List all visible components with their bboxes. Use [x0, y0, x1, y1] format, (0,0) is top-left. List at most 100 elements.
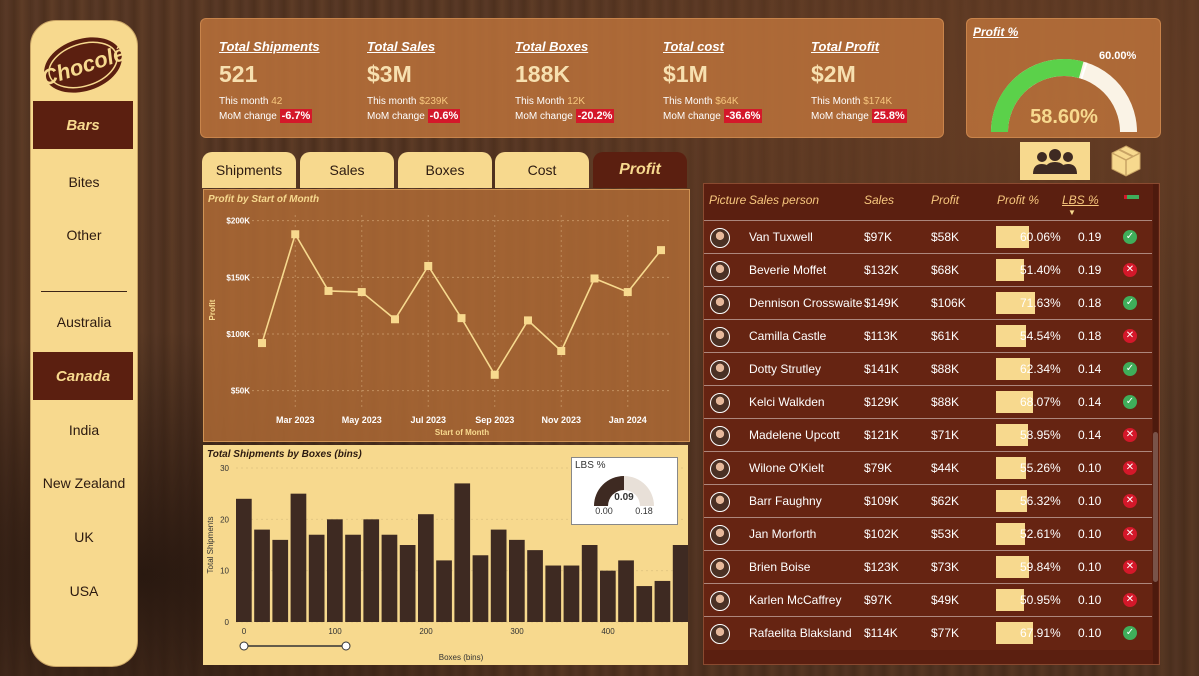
tab-cost[interactable]: Cost: [495, 152, 589, 188]
avatar: [710, 525, 730, 545]
header-picture[interactable]: Picture: [709, 193, 746, 207]
box-view-button[interactable]: [1104, 142, 1148, 180]
histogram-bar[interactable]: [436, 560, 452, 622]
histogram-bar[interactable]: [672, 545, 688, 622]
table-row[interactable]: Madelene Upcott $121K $71K 58.95% 0.14 ✕: [704, 418, 1152, 452]
table-row[interactable]: Jan Morforth $102K $53K 52.61% 0.10 ✕: [704, 517, 1152, 551]
check-icon: ✓: [1123, 395, 1137, 409]
tab-sales[interactable]: Sales: [300, 152, 394, 188]
histogram-bar[interactable]: [308, 534, 325, 622]
table-row[interactable]: Van Tuxwell $97K $58K 60.06% 0.19 ✓: [704, 220, 1152, 254]
table-row[interactable]: Dennison Crosswaite $149K $106K 71.63% 0…: [704, 286, 1152, 320]
check-icon: ✓: [1123, 626, 1137, 640]
cell-sales: $97K: [864, 230, 893, 244]
data-point[interactable]: [524, 316, 532, 325]
sidebar-item-canada[interactable]: Canada: [33, 352, 133, 400]
sidebar-item-bites[interactable]: Bites: [31, 158, 137, 206]
data-point[interactable]: [657, 246, 665, 255]
sidebar-item-usa[interactable]: USA: [31, 567, 137, 615]
histogram-bar[interactable]: [290, 493, 307, 622]
histogram-bar[interactable]: [527, 550, 543, 622]
table-row[interactable]: Wilone O'Kielt $79K $44K 55.26% 0.10 ✕: [704, 451, 1152, 485]
header-profit-pct[interactable]: Profit %: [997, 193, 1039, 207]
data-point[interactable]: [258, 339, 266, 348]
kpi-total-profit: Total Profit $2M This Month $174K MoM ch…: [793, 19, 939, 137]
avatar: [710, 228, 730, 248]
kpi-month-value: $174K: [863, 96, 893, 107]
data-point[interactable]: [623, 288, 632, 297]
x-icon: ✕: [1123, 329, 1137, 343]
y-tick-label: $150K: [226, 273, 250, 282]
data-point[interactable]: [424, 262, 433, 270]
sidebar-item-uk[interactable]: UK: [31, 513, 137, 561]
sidebar-item-new-zealand[interactable]: New Zealand: [31, 459, 137, 507]
sidebar-item-india[interactable]: India: [31, 406, 137, 454]
cell-sales: $102K: [864, 527, 899, 541]
header-lbs-pct[interactable]: LBS %: [1062, 193, 1099, 207]
histogram-bar[interactable]: [399, 545, 416, 622]
kpi-change-label: MoM change: [811, 111, 869, 122]
cell-lbs-pct: 0.14: [1078, 362, 1102, 376]
range-slider-start-handle[interactable]: [239, 641, 249, 651]
kpi-change: MoM change -0.6%: [367, 109, 461, 123]
histogram-bar[interactable]: [490, 529, 507, 622]
histogram-bar[interactable]: [418, 514, 434, 622]
cell-sales: $113K: [864, 329, 898, 343]
histogram-bar[interactable]: [654, 580, 671, 622]
table-row[interactable]: Brien Boise $123K $73K 59.84% 0.10 ✕: [704, 550, 1152, 584]
histogram-bar[interactable]: [581, 545, 598, 622]
histogram-bar[interactable]: [272, 539, 289, 622]
histogram-bar[interactable]: [472, 555, 489, 622]
cell-lbs-pct: 0.10: [1078, 560, 1102, 574]
histogram-bar[interactable]: [600, 570, 616, 622]
sidebar-item-other[interactable]: Other: [31, 211, 137, 259]
histogram-bar[interactable]: [363, 519, 380, 622]
data-point[interactable]: [291, 230, 300, 239]
histogram-bar[interactable]: [636, 586, 653, 622]
table-row[interactable]: Barr Faughny $109K $62K 56.32% 0.10 ✕: [704, 484, 1152, 518]
avatar: [710, 261, 730, 281]
y-tick-label: $200K: [226, 217, 250, 226]
people-view-button[interactable]: [1020, 142, 1090, 180]
tab-shipments[interactable]: Shipments: [202, 152, 296, 188]
data-point[interactable]: [391, 315, 399, 324]
histogram-bar[interactable]: [236, 498, 252, 622]
table-row[interactable]: Kelci Walkden $129K $88K 68.07% 0.14 ✓: [704, 385, 1152, 419]
histogram-bar[interactable]: [327, 519, 343, 622]
histogram-bar[interactable]: [454, 483, 471, 622]
kpi-month: This Month $174K: [811, 96, 892, 107]
histogram-bar[interactable]: [618, 560, 634, 622]
histogram-bar[interactable]: [254, 529, 270, 622]
cell-sales-person: Barr Faughny: [749, 494, 822, 508]
range-slider-end-handle[interactable]: [341, 641, 351, 651]
histogram-bar[interactable]: [545, 565, 562, 622]
histogram-bar[interactable]: [563, 565, 580, 622]
data-point[interactable]: [357, 288, 366, 297]
histogram-bar[interactable]: [345, 534, 361, 622]
data-point[interactable]: [457, 314, 466, 323]
data-point[interactable]: [557, 347, 566, 355]
table-row[interactable]: Beverie Moffet $132K $68K 51.40% 0.19 ✕: [704, 253, 1152, 287]
sidebar-item-bars[interactable]: Bars: [33, 101, 133, 149]
histogram-bar[interactable]: [509, 539, 525, 622]
avatar: [710, 624, 730, 644]
x-tick-label: Jan 2024: [609, 415, 647, 425]
data-point[interactable]: [324, 286, 333, 295]
header-sales[interactable]: Sales: [864, 193, 894, 207]
table-row[interactable]: Dotty Strutley $141K $88K 62.34% 0.14 ✓: [704, 352, 1152, 386]
table-row[interactable]: Rafaelita Blaksland $114K $77K 67.91% 0.…: [704, 616, 1152, 650]
data-point[interactable]: [490, 370, 499, 379]
histogram-bar[interactable]: [381, 534, 398, 622]
data-point[interactable]: [590, 274, 599, 283]
tab-profit[interactable]: Profit: [593, 152, 687, 188]
table-scrollbar[interactable]: [1153, 184, 1158, 664]
table-row[interactable]: Camilla Castle $113K $61K 54.54% 0.18 ✕: [704, 319, 1152, 353]
sidebar-item-australia[interactable]: Australia: [31, 298, 137, 346]
x-tick-label: 100: [328, 627, 342, 636]
tab-boxes[interactable]: Boxes: [398, 152, 492, 188]
header-profit[interactable]: Profit: [931, 193, 959, 207]
table-scrollbar-thumb[interactable]: [1153, 432, 1158, 582]
table-row[interactable]: Karlen McCaffrey $97K $49K 50.95% 0.10 ✕: [704, 583, 1152, 617]
kpi-change-label: MoM change: [219, 111, 277, 122]
header-sales-person[interactable]: Sales person: [749, 193, 819, 207]
